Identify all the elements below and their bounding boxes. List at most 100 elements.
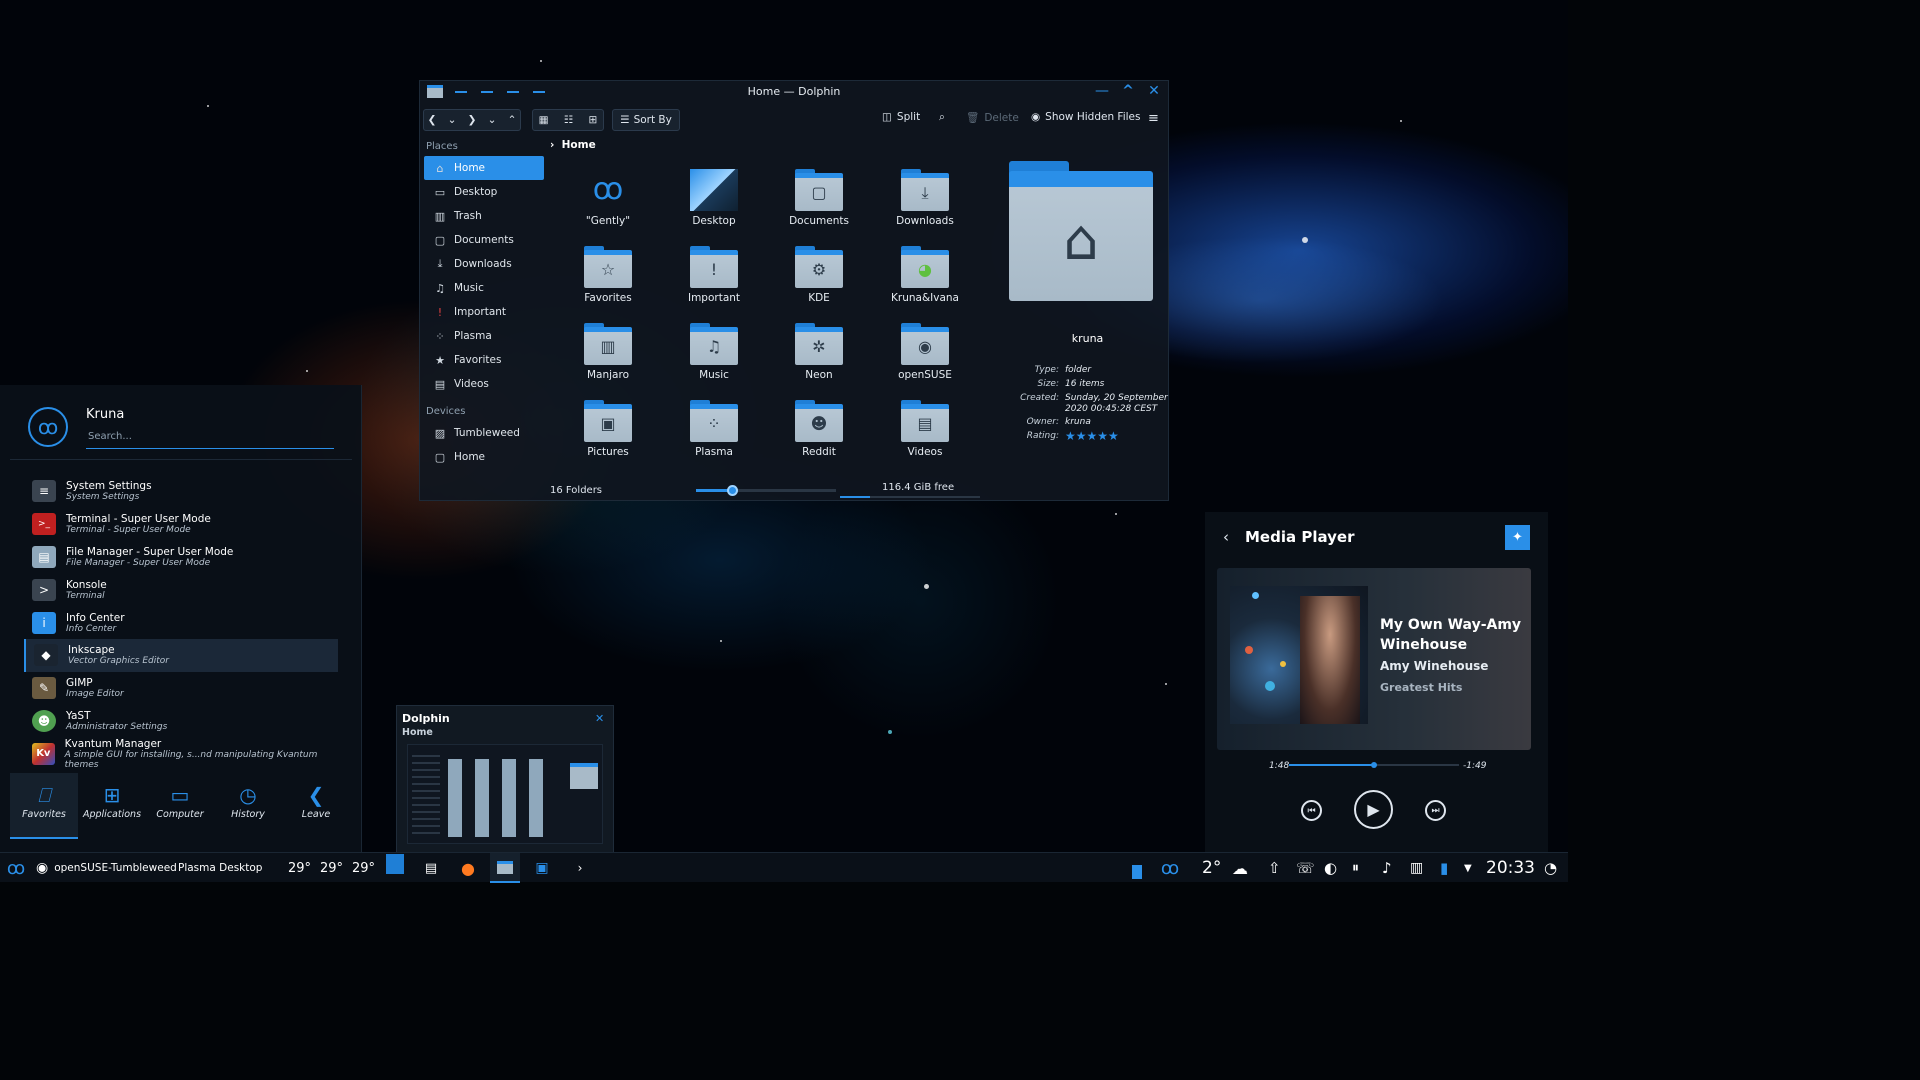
search-icon[interactable]: ⌕ [939, 111, 945, 124]
previous-track-icon[interactable]: ⏮ [1301, 800, 1322, 821]
folder-favorites[interactable]: ☆ Favorites [573, 246, 643, 304]
firefox-icon[interactable]: ● [456, 853, 480, 883]
app-info-center[interactable]: i Info Center Info Center [24, 606, 338, 639]
back-icon[interactable]: ❮ [428, 114, 437, 126]
place-trash[interactable]: ▥ Trash [424, 204, 544, 228]
up-icon[interactable]: ⌃ [508, 114, 517, 126]
breadcrumb-home[interactable]: Home [562, 139, 596, 151]
play-icon[interactable]: ▶ [1354, 790, 1393, 829]
tab-computer[interactable]: ▭ Computer [146, 773, 214, 839]
media-pause-icon[interactable]: ⏸ [1352, 853, 1359, 883]
folder-pictures[interactable]: ▣ Pictures [573, 400, 643, 458]
place-documents[interactable]: ▢ Documents [424, 228, 544, 252]
app-system-settings[interactable]: ≡ System Settings System Settings [24, 475, 338, 508]
chevron-down-icon[interactable]: ⌄ [448, 114, 457, 126]
tab-favorites[interactable]: ⎕ Favorites [10, 773, 78, 839]
split-button[interactable]: ◫ Split [882, 111, 920, 123]
folder-music[interactable]: ♫ Music [679, 323, 749, 381]
app-kvantum-manager[interactable]: Kv Kvantum Manager A simple GUI for instal… [24, 737, 338, 770]
app-terminal-su[interactable]: >_ Terminal - Super User Mode Terminal - S… [24, 508, 338, 541]
folder-gently[interactable]: ꝏ "Gently" [573, 169, 643, 227]
launcher-logo-icon[interactable]: ꝏ [4, 853, 28, 883]
konsole-icon[interactable]: › [568, 853, 592, 883]
avatar[interactable]: ꝏ [28, 407, 68, 447]
tab-leave[interactable]: ❮ Leave [282, 773, 350, 839]
place-favorites[interactable]: ★ Favorites [424, 348, 544, 372]
folder-opensuse[interactable]: ◉ openSUSE [890, 323, 960, 381]
device-home[interactable]: ▢ Home [424, 445, 544, 469]
folder-kde[interactable]: ⚙ KDE [784, 246, 854, 304]
maximize-icon[interactable]: ^ [1119, 83, 1137, 99]
app-yast[interactable]: ☻ YaST Administrator Settings [24, 705, 338, 738]
app-konsole[interactable]: > Konsole Terminal [24, 573, 338, 606]
folder-downloads[interactable]: ⤓ Downloads [890, 169, 960, 227]
search-input[interactable]: Search... [86, 429, 334, 449]
tab-history[interactable]: ◷ History [214, 773, 282, 839]
dolphin-task[interactable] [490, 853, 520, 883]
battery-icon[interactable]: ▮ [1440, 853, 1448, 883]
close-icon[interactable]: ✕ [1145, 83, 1163, 99]
sort-icon: ☰ [620, 114, 630, 126]
folder-plasma[interactable]: ⁘ Plasma [679, 400, 749, 458]
back-icon[interactable]: ‹ [1223, 528, 1229, 546]
cloud-icon[interactable]: ☁ [1232, 853, 1248, 883]
app-gimp[interactable]: ✎ GIMP Image Editor [24, 672, 338, 705]
place-videos[interactable]: ▤ Videos [424, 372, 544, 396]
rating-stars[interactable]: ★★★★★ [1065, 429, 1119, 443]
folder-videos[interactable]: ▤ Videos [890, 400, 960, 458]
chevron-down-icon[interactable]: ⌄ [488, 114, 497, 126]
folder-reddit[interactable]: ☻ Reddit [784, 400, 854, 458]
expand-tray-icon[interactable]: ▼ [1464, 853, 1472, 883]
activity-switcher[interactable]: ◉ openSUSE-Tumbleweed [36, 853, 177, 883]
audio-icon[interactable]: ◐ [1324, 853, 1337, 883]
app-inkscape[interactable]: ◆ Inkscape Vector Graphics Editor [24, 638, 338, 672]
forward-icon[interactable]: ❯ [468, 114, 477, 126]
minimize-icon[interactable]: — [1093, 83, 1111, 99]
show-hidden-files-button[interactable]: ◉ Show Hidden Files [1031, 111, 1140, 123]
titlebar[interactable]: Home — Dolphin — ^ ✕ [420, 81, 1168, 103]
seek-handle[interactable] [1371, 762, 1377, 768]
window-switcher-icon[interactable]: ▤ [420, 853, 442, 883]
next-track-icon[interactable]: ⏭ [1425, 800, 1446, 821]
folder-kruna-ivana[interactable]: ◕ Kruna&Ivana [890, 246, 960, 304]
folder-important[interactable]: ! Important [679, 246, 749, 304]
folder-manjaro[interactable]: ▥ Manjaro [573, 323, 643, 381]
icons-view-icon[interactable]: ▦ [539, 114, 549, 126]
compact-view-icon[interactable]: ☷ [564, 114, 573, 126]
details-view-icon[interactable]: ⊞ [589, 114, 598, 126]
tab-applications[interactable]: ⊞ Applications [78, 773, 146, 839]
weather-temperature[interactable]: 2° [1202, 853, 1221, 883]
updates-icon[interactable]: ⇧ [1268, 853, 1281, 883]
task-preview-tooltip[interactable]: Dolphin Home ✕ [396, 705, 614, 853]
device-tumbleweed[interactable]: ▨ Tumbleweed [424, 421, 544, 445]
close-icon[interactable]: ✕ [595, 712, 604, 725]
folder-documents[interactable]: ▢ Documents [784, 169, 854, 227]
notifications-icon[interactable]: ♪ [1382, 853, 1392, 883]
place-home[interactable]: ⌂ Home [424, 156, 544, 180]
place-music[interactable]: ♫ Music [424, 276, 544, 300]
place-plasma[interactable]: ⁘ Plasma [424, 324, 544, 348]
app-file-manager-su[interactable]: ▤ File Manager - Super User Mode File Mana… [24, 541, 338, 574]
sort-by-button[interactable]: ☰ Sort By [612, 109, 680, 131]
folder-desktop[interactable]: Desktop [679, 169, 749, 227]
show-desktop-icon[interactable]: ◔ [1544, 853, 1557, 883]
gently-icon[interactable]: ꝏ [1158, 853, 1182, 883]
clock[interactable]: 20:33 [1486, 853, 1535, 883]
place-downloads[interactable]: ⤓ Downloads [424, 252, 544, 276]
folder-neon[interactable]: ✲ Neon [784, 323, 854, 381]
place-important[interactable]: ! Important [424, 300, 544, 324]
network-activity-icon[interactable] [1128, 853, 1146, 883]
pin-icon[interactable]: ✦ [1505, 525, 1530, 550]
virtual-desktop-name[interactable]: Plasma Desktop [178, 853, 262, 883]
discover-icon[interactable]: ▣ [530, 853, 554, 883]
seek-bar[interactable] [1289, 762, 1459, 768]
clipboard-icon[interactable]: ▥ [1410, 853, 1423, 883]
kdeconnect-icon[interactable]: ☏ [1296, 853, 1315, 883]
desktop-pager[interactable] [384, 853, 406, 883]
delete-button[interactable]: 🗑 Delete [966, 111, 1019, 125]
zoom-slider-handle[interactable] [727, 485, 739, 496]
zoom-slider[interactable] [696, 485, 836, 496]
place-desktop[interactable]: ▭ Desktop [424, 180, 544, 204]
breadcrumb[interactable]: › Home [550, 139, 596, 151]
hamburger-menu-icon[interactable]: ≡ [1148, 111, 1159, 126]
